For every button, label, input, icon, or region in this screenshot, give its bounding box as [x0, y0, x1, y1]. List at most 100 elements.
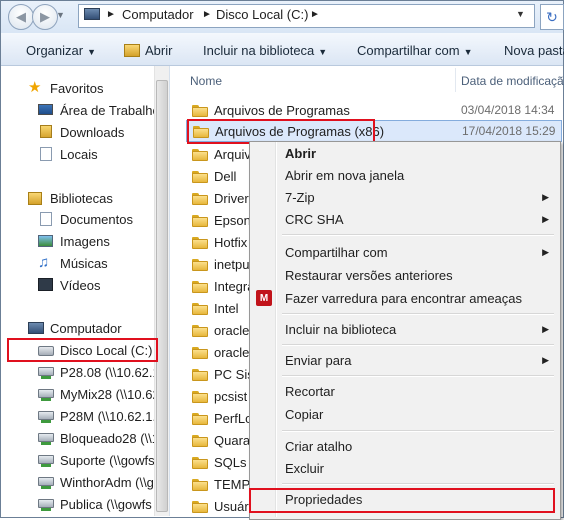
folder-icon	[192, 390, 208, 403]
menu-item-create-shortcut[interactable]: Criar atalho	[251, 435, 557, 457]
menu-label: Excluir	[285, 460, 325, 476]
nav-documents[interactable]: Documentos	[38, 209, 133, 229]
desktop-icon	[38, 103, 54, 117]
file-name: Epson	[214, 212, 251, 228]
include-label: Incluir na biblioteca	[203, 43, 315, 58]
libraries-icon	[28, 191, 44, 205]
breadcrumb-separator-icon[interactable]: ►	[310, 9, 320, 20]
nav-label: P28.08 (\\10.62.1.	[60, 364, 164, 380]
open-folder-icon	[124, 44, 140, 57]
organize-menu[interactable]: Organizar ▼	[26, 43, 96, 58]
menu-item-delete[interactable]: Excluir	[251, 457, 557, 479]
network-drive-icon	[38, 387, 54, 401]
recent-pages-dropdown[interactable]: ▼	[56, 10, 65, 20]
column-header-date[interactable]: Data de modificação	[461, 74, 564, 88]
refresh-button[interactable]: ↻	[540, 4, 564, 30]
back-arrow-icon: ◀	[16, 9, 26, 24]
nav-label: Publica (\\gowfs	[60, 496, 152, 512]
file-date: 17/04/2018 15:29	[462, 124, 556, 138]
menu-item-crc-sha[interactable]: CRC SHA ▶	[251, 208, 557, 230]
nav-videos[interactable]: Vídeos	[38, 275, 100, 295]
column-divider[interactable]	[455, 68, 456, 92]
nav-scrollbar-thumb[interactable]	[156, 80, 168, 512]
network-drive-icon	[38, 497, 54, 511]
chevron-down-icon: ▼	[87, 47, 96, 57]
menu-separator	[282, 234, 554, 236]
address-dropdown-icon[interactable]: ▼	[516, 9, 525, 19]
include-in-library-menu[interactable]: Incluir na biblioteca ▼	[203, 43, 327, 58]
nav-computer[interactable]: Computador	[28, 318, 122, 338]
file-row[interactable]: Arquivos de Programas 03/04/2018 14:34	[186, 99, 562, 121]
breadcrumb-separator-icon[interactable]: ►	[202, 9, 212, 20]
music-note-icon: ♫	[38, 254, 50, 271]
menu-label: Abrir	[285, 145, 317, 161]
nav-label: Downloads	[60, 124, 125, 140]
breadcrumb-local-disk[interactable]: Disco Local (C:)	[216, 7, 308, 22]
menu-item-open-new-window[interactable]: Abrir em nova janela	[251, 164, 557, 186]
folder-icon	[192, 148, 208, 161]
nav-network-drive[interactable]: MyMix28 (\\10.62	[38, 384, 160, 404]
nav-network-drive[interactable]: Suporte (\\gowfs	[38, 450, 155, 470]
file-name: Hotfix	[214, 234, 248, 250]
nav-label: P28M (\\10.62.1.1	[60, 408, 164, 424]
nav-network-drive[interactable]: WinthorAdm (\\go	[38, 472, 161, 492]
folder-icon	[192, 412, 208, 425]
nav-label: Músicas	[60, 255, 108, 271]
folder-icon	[192, 368, 208, 381]
menu-label: Fazer varredura para encontrar ameaças	[285, 290, 523, 306]
nav-label: WinthorAdm (\\go	[60, 474, 162, 490]
menu-label: CRC SHA	[285, 211, 344, 227]
menu-item-include-library[interactable]: Incluir na biblioteca ▶	[251, 318, 557, 340]
menu-label: Recortar	[285, 383, 335, 399]
menu-item-restore-versions[interactable]: Restaurar versões anteriores	[251, 264, 557, 286]
nav-label: Imagens	[60, 233, 110, 249]
open-button[interactable]: Abrir	[145, 43, 172, 58]
menu-separator	[282, 430, 554, 432]
menu-item-7zip[interactable]: 7-Zip ▶	[251, 186, 557, 208]
column-header-name[interactable]: Nome	[190, 74, 222, 88]
file-name: Usuári	[214, 498, 252, 514]
star-icon: ★	[28, 79, 42, 96]
mcafee-shield-icon: M	[256, 290, 272, 306]
menu-item-scan-threats[interactable]: Fazer varredura para encontrar ameaças	[251, 287, 557, 309]
folder-icon	[192, 192, 208, 205]
new-folder-button[interactable]: Nova pasta	[504, 43, 564, 58]
file-name: Arquivos de Programas	[214, 102, 350, 118]
share-with-menu[interactable]: Compartilhar com ▼	[357, 43, 473, 58]
breadcrumb-separator-icon[interactable]: ►	[106, 9, 116, 20]
menu-label: Enviar para	[285, 352, 352, 368]
nav-music[interactable]: ♫ Músicas	[38, 253, 108, 273]
submenu-arrow-icon: ▶	[542, 213, 549, 224]
menu-label: 7-Zip	[285, 189, 315, 205]
nav-label: MyMix28 (\\10.62	[60, 386, 160, 402]
nav-network-drive[interactable]: Bloqueado28 (\\1	[38, 428, 159, 448]
menu-item-copy[interactable]: Copiar	[251, 403, 557, 425]
nav-places[interactable]: Locais	[38, 144, 98, 164]
file-name: SQLs	[214, 454, 247, 470]
nav-network-drive[interactable]: P28.08 (\\10.62.1.	[38, 362, 163, 382]
folder-icon	[192, 478, 208, 491]
forward-button[interactable]: ▶	[32, 4, 58, 30]
menu-item-open[interactable]: Abrir	[251, 142, 557, 164]
nav-downloads[interactable]: Downloads	[38, 122, 124, 142]
folder-icon	[192, 236, 208, 249]
nav-network-drive[interactable]: Publica (\\gowfs	[38, 494, 152, 514]
nav-favorites[interactable]: ★ Favoritos	[28, 78, 103, 98]
menu-item-share-with[interactable]: Compartilhar com ▶	[251, 241, 557, 263]
back-button[interactable]: ◀	[8, 4, 34, 30]
highlight-properties	[249, 488, 555, 513]
submenu-arrow-icon: ▶	[542, 354, 549, 365]
menu-separator	[282, 483, 554, 485]
menu-label: Compartilhar com	[285, 244, 388, 260]
menu-item-send-to[interactable]: Enviar para ▶	[251, 349, 557, 371]
nav-desktop[interactable]: Área de Trabalho	[38, 100, 160, 120]
nav-libraries[interactable]: Bibliotecas	[28, 188, 113, 208]
nav-network-drive[interactable]: P28M (\\10.62.1.1	[38, 406, 163, 426]
nav-images[interactable]: Imagens	[38, 231, 110, 251]
documents-icon	[38, 212, 54, 226]
menu-item-cut[interactable]: Recortar	[251, 380, 557, 402]
file-name: pcsist	[214, 388, 248, 404]
folder-icon	[192, 170, 208, 183]
breadcrumb-computer[interactable]: Computador	[122, 7, 194, 22]
nav-label: Locais	[60, 146, 98, 162]
